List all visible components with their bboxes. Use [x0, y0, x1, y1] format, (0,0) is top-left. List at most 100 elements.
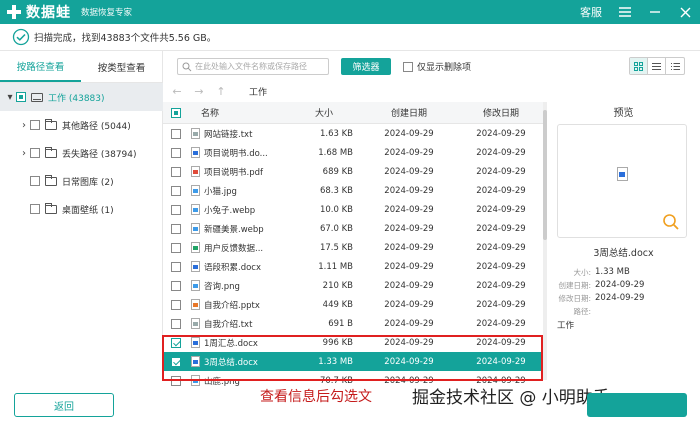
row-checkbox[interactable] — [171, 204, 181, 215]
header-name[interactable]: 名称 — [189, 106, 289, 119]
back-arrow-icon[interactable]: ← — [169, 85, 185, 98]
header-size[interactable]: 大小 — [289, 106, 359, 119]
row-checkbox[interactable] — [171, 147, 181, 158]
menu-button[interactable] — [618, 5, 632, 19]
file-size: 689 KB — [322, 166, 353, 177]
meta-modified: 修改日期: 2024-09-29 — [555, 293, 644, 304]
file-modified-date: 2024-09-29 — [476, 318, 526, 329]
tree-item-label: 工作 (43883) — [48, 93, 105, 104]
tab-by-path[interactable]: 按路径查看 — [0, 51, 81, 82]
tree-checkbox[interactable] — [30, 176, 40, 186]
tab-by-type[interactable]: 按类型查看 — [81, 51, 162, 82]
row-checkbox[interactable] — [171, 280, 181, 291]
file-name: 项目说明书.pdf — [204, 167, 263, 178]
file-created-date: 2024-09-29 — [384, 261, 434, 272]
file-created-date: 2024-09-29 — [384, 128, 434, 139]
file-row[interactable]: 小兔子.webp 10.0 KB 2024-09-29 2024-09-29 — [163, 200, 543, 219]
tree-item-label: 丢失路径 (38794) — [62, 149, 137, 160]
file-name: 小兔子.webp — [204, 205, 256, 216]
file-created-date: 2024-09-29 — [384, 147, 434, 158]
annotation-caption: 查看信息后勾选文 — [260, 389, 372, 405]
file-modified-date: 2024-09-29 — [476, 185, 526, 196]
grid-view-button[interactable] — [630, 58, 648, 74]
row-checkbox[interactable] — [171, 261, 181, 272]
file-size: 17.5 KB — [319, 242, 353, 253]
caret-right-icon[interactable]: › — [18, 148, 30, 159]
close-button[interactable] — [678, 5, 692, 19]
sidebar: 按路径查看 按类型查看 ▾ 工作 (43883) › 其他路径 (5044) ›… — [0, 51, 163, 381]
zoom-icon[interactable] — [662, 213, 680, 231]
minimize-button[interactable] — [648, 5, 662, 19]
customer-service-link[interactable]: 客服 — [580, 4, 602, 20]
file-toolbar: 在此处输入文件名称或保存路径 筛选器 仅显示删除项 — [163, 51, 700, 83]
forward-arrow-icon[interactable]: → — [191, 85, 207, 98]
scan-status-text: 扫描完成，找到43883个文件共5.56 GB。 — [34, 33, 217, 44]
file-created-date: 2024-09-29 — [384, 204, 434, 215]
tree-item-wallpaper[interactable]: 桌面壁纸 (1) — [0, 195, 163, 223]
path-navigation: ← → ↑ 工作 — [163, 83, 546, 100]
tree-checkbox[interactable] — [16, 92, 26, 102]
tree-item-work[interactable]: ▾ 工作 (43883) — [0, 83, 163, 111]
row-checkbox[interactable] — [171, 128, 181, 139]
file-row[interactable]: 新疆美景.webp 67.0 KB 2024-09-29 2024-09-29 — [163, 219, 543, 238]
highlight-box — [162, 335, 543, 381]
tree-item-other-paths[interactable]: › 其他路径 (5044) — [0, 111, 163, 139]
app-name: 数据蛙 — [26, 5, 71, 21]
tree-checkbox[interactable] — [30, 120, 40, 130]
tree-item-lost-paths[interactable]: › 丢失路径 (38794) — [0, 139, 163, 167]
recover-button[interactable] — [587, 393, 687, 417]
img-file-icon — [191, 223, 200, 234]
row-checkbox[interactable] — [171, 166, 181, 177]
preview-panel: 预览 3周总结.docx 大小: 1.33 MB 创建日期: 2024-09-2… — [547, 100, 700, 340]
folder-icon — [45, 146, 57, 158]
file-size: 1.63 KB — [319, 128, 353, 139]
tree-checkbox[interactable] — [30, 148, 40, 158]
txt-file-icon — [191, 128, 200, 139]
file-row[interactable]: 项目说明书.do... 1.68 MB 2024-09-29 2024-09-29 — [163, 143, 543, 162]
current-path: 工作 — [249, 88, 268, 98]
detail-view-button[interactable] — [666, 58, 684, 74]
tree-checkbox[interactable] — [30, 204, 40, 214]
file-modified-date: 2024-09-29 — [476, 299, 526, 310]
meta-value: 2024-09-29 — [595, 280, 645, 290]
deleted-only-checkbox[interactable] — [403, 61, 413, 72]
preview-title: 预览 — [613, 108, 634, 119]
preview-file-name: 3周总结.docx — [593, 248, 654, 259]
meta-path: 路径: — [555, 306, 595, 317]
file-row[interactable]: 小猫.jpg 68.3 KB 2024-09-29 2024-09-29 — [163, 181, 543, 200]
file-name: 项目说明书.do... — [204, 148, 268, 159]
row-checkbox[interactable] — [171, 318, 181, 329]
header-modified[interactable]: 修改日期 — [459, 106, 543, 119]
row-checkbox[interactable] — [171, 299, 181, 310]
caret-right-icon[interactable]: › — [18, 120, 30, 131]
file-size: 691 B — [328, 318, 353, 329]
select-all-checkbox[interactable] — [171, 107, 181, 118]
file-row[interactable]: 咨询.png 210 KB 2024-09-29 2024-09-29 — [163, 276, 543, 295]
folder-icon — [45, 202, 57, 214]
file-row[interactable]: 自我介绍.pptx 449 KB 2024-09-29 2024-09-29 — [163, 295, 543, 314]
row-checkbox[interactable] — [171, 223, 181, 234]
tree-item-gallery[interactable]: 日常图库 (2) — [0, 167, 163, 195]
file-row[interactable]: 用户反馈数据... 17.5 KB 2024-09-29 2024-09-29 — [163, 238, 543, 257]
img-file-icon — [191, 204, 200, 215]
row-checkbox[interactable] — [171, 185, 181, 196]
search-input[interactable]: 在此处输入文件名称或保存路径 — [177, 58, 329, 75]
list-view-button[interactable] — [648, 58, 666, 74]
filter-button[interactable]: 筛选器 — [341, 58, 391, 75]
close-icon — [680, 7, 690, 17]
txt-file-icon — [191, 318, 200, 329]
caret-down-icon[interactable]: ▾ — [4, 92, 16, 103]
file-name: 自我介绍.pptx — [204, 300, 260, 311]
file-row[interactable]: 语段积累.docx 1.11 MB 2024-09-29 2024-09-29 — [163, 257, 543, 276]
file-row[interactable]: 项目说明书.pdf 689 KB 2024-09-29 2024-09-29 — [163, 162, 543, 181]
up-arrow-icon[interactable]: ↑ — [213, 85, 229, 98]
minimize-icon — [650, 11, 660, 13]
deleted-only-toggle[interactable]: 仅显示删除项 — [403, 60, 471, 73]
file-created-date: 2024-09-29 — [384, 318, 434, 329]
file-row[interactable]: 网站链接.txt 1.63 KB 2024-09-29 2024-09-29 — [163, 124, 543, 143]
file-created-date: 2024-09-29 — [384, 166, 434, 177]
file-row[interactable]: 自我介绍.txt 691 B 2024-09-29 2024-09-29 — [163, 314, 543, 333]
row-checkbox[interactable] — [171, 242, 181, 253]
header-created[interactable]: 创建日期 — [359, 106, 459, 119]
back-button[interactable]: 返回 — [14, 393, 114, 417]
